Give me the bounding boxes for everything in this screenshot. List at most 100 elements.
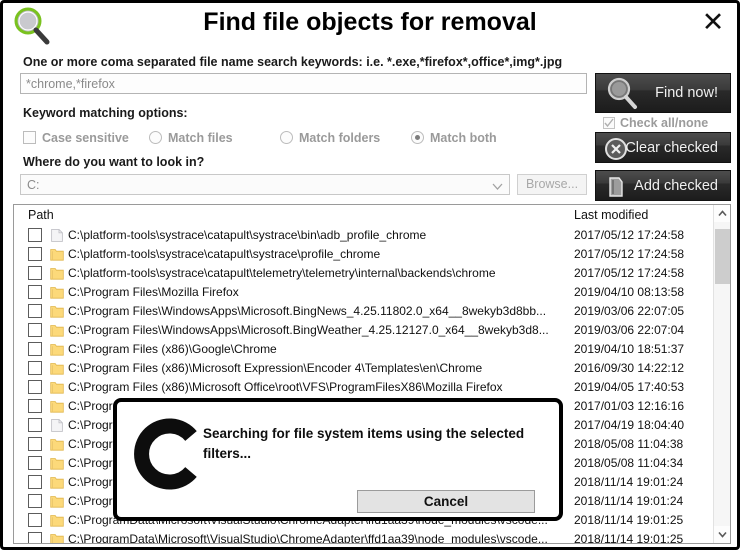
match-files-radio[interactable] [149,131,162,144]
row-checkbox[interactable] [28,418,42,432]
match-folders-radio[interactable] [280,131,293,144]
row-checkbox[interactable] [28,304,42,318]
row-modified: 2018/05/08 11:04:34 [574,456,684,470]
table-row[interactable]: C:\platform-tools\systrace\catapult\syst… [14,226,714,245]
option-label: Match files [168,131,233,145]
find-now-button[interactable]: Find now! [595,73,731,113]
table-row[interactable]: C:\Program Files (x86)\Microsoft Office\… [14,378,714,397]
row-modified: 2019/03/06 22:07:04 [574,323,685,337]
table-row[interactable]: C:\Program Files (x86)\Google\Chrome 2019… [14,340,714,359]
row-checkbox[interactable] [28,323,42,337]
search-location-select[interactable]: C: [20,174,510,195]
folder-icon [50,456,64,471]
row-path: C:\platform-tools\systrace\catapult\tele… [68,266,496,280]
row-path: C:\Program Files\WindowsApps\Microsoft.B… [68,323,549,337]
row-checkbox[interactable] [28,475,42,489]
column-header-modified[interactable]: Last modified [574,207,648,224]
row-path: C:\Program Files (x86)\Google\Chrome [68,342,277,356]
check-all-none-toggle[interactable]: Check all/none [603,115,708,131]
clear-checked-label: Clear checked [625,139,718,156]
row-modified: 2016/09/30 14:22:12 [574,361,685,375]
row-modified: 2018/05/08 11:04:38 [574,437,684,451]
row-checkbox[interactable] [28,494,42,508]
option-label: Case sensitive [42,131,129,145]
table-row[interactable]: C:\ProgramData\Microsoft\VisualStudio\Ch… [14,530,714,544]
row-path: C:\platform-tools\systrace\catapult\syst… [68,247,381,261]
option-match-files[interactable]: Match files [149,129,233,147]
scrollbar-thumb[interactable] [715,229,730,284]
folder-icon [50,323,64,338]
row-path: C:\ProgramData\Microsoft\VisualStudio\Ch… [68,532,548,544]
scroll-down-icon[interactable] [714,526,730,543]
vertical-scrollbar[interactable] [713,205,730,543]
row-checkbox[interactable] [28,228,42,242]
page-title: Find file objects for removal [203,8,537,36]
row-checkbox[interactable] [28,361,42,375]
keywords-hint-label: One or more coma separated file name sea… [23,55,563,69]
folder-icon [50,247,64,262]
find-file-objects-window: Find file objects for removal ✕ One or m… [0,0,740,550]
row-checkbox[interactable] [28,380,42,394]
row-checkbox[interactable] [28,266,42,280]
option-case-sensitive[interactable]: Case sensitive [23,129,129,147]
searching-dialog: Searching for file system items using th… [113,398,563,521]
row-checkbox[interactable] [28,513,42,527]
case-sensitive-checkbox[interactable] [23,131,36,144]
row-checkbox[interactable] [28,285,42,299]
file-icon [50,228,64,243]
column-header-path[interactable]: Path [28,207,54,224]
close-icon[interactable]: ✕ [699,9,727,38]
table-row[interactable]: C:\Program Files\Mozilla Firefox 2019/04/… [14,283,714,302]
row-modified: 2018/11/14 19:01:24 [574,494,684,508]
search-keywords-input[interactable]: *chrome,*firefox [20,73,587,94]
row-modified: 2018/11/14 19:01:25 [574,532,684,544]
table-row[interactable]: C:\Program Files\WindowsApps\Microsoft.B… [14,302,714,321]
title-bar: Find file objects for removal ✕ [3,3,737,47]
clear-checked-button[interactable]: Clear checked [595,132,731,163]
row-checkbox[interactable] [28,247,42,261]
row-path: C:\Program Files\Mozilla Firefox [68,285,239,299]
row-checkbox[interactable] [28,532,42,543]
folder-icon [50,513,64,528]
table-row[interactable]: C:\Program Files (x86)\Microsoft Express… [14,359,714,378]
selected-path-value: C: [27,178,40,192]
folder-icon [50,266,64,281]
row-checkbox[interactable] [28,437,42,451]
scroll-up-icon[interactable] [714,205,730,222]
option-match-folders[interactable]: Match folders [280,129,380,147]
file-icon [50,418,64,433]
row-modified: 2018/11/14 19:01:24 [574,475,684,489]
row-checkbox[interactable] [28,399,42,413]
add-checked-button[interactable]: Add checked [595,170,731,201]
table-row[interactable]: C:\platform-tools\systrace\catapult\tele… [14,264,714,283]
cancel-button[interactable]: Cancel [357,490,535,513]
browse-button[interactable]: Browse... [517,174,587,195]
folder-icon [50,437,64,452]
option-match-both[interactable]: Match both [411,129,497,147]
row-path: C:\Program Files (x86)\Microsoft Express… [68,361,483,375]
row-modified: 2017/05/12 17:24:58 [574,228,685,242]
table-row[interactable]: C:\platform-tools\systrace\catapult\syst… [14,245,714,264]
match-both-radio[interactable] [411,131,424,144]
option-label: Match both [430,131,497,145]
row-checkbox[interactable] [28,342,42,356]
row-modified: 2017/01/03 12:16:16 [574,399,685,413]
folder-icon [50,304,64,319]
add-checked-label: Add checked [634,177,718,194]
list-header: Path Last modified [14,205,730,226]
folder-icon [50,532,64,543]
option-label: Match folders [299,131,381,145]
row-checkbox[interactable] [28,456,42,470]
table-row[interactable]: C:\Program Files\WindowsApps\Microsoft.B… [14,321,714,340]
find-now-label: Find now! [655,85,718,101]
row-modified: 2017/04/19 18:04:40 [574,418,685,432]
matching-options-label: Keyword matching options: [23,106,188,120]
row-path: C:\Program Files (x86)\Microsoft Office\… [68,380,503,394]
folder-icon [50,342,64,357]
folder-icon [50,380,64,395]
row-modified: 2018/11/14 19:01:25 [574,513,684,527]
check-all-checkbox[interactable] [603,117,615,129]
row-modified: 2017/05/12 17:24:58 [574,266,685,280]
folder-icon [50,475,64,490]
row-path: C:\Program Files\WindowsApps\Microsoft.B… [68,304,547,318]
